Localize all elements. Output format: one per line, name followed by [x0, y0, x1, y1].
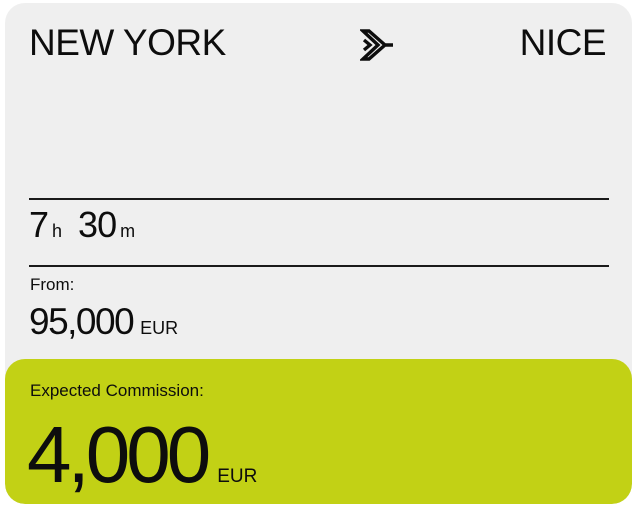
price: 95,000 EUR	[29, 301, 178, 343]
divider-middle	[29, 265, 609, 267]
commission-label: Expected Commission:	[30, 381, 204, 400]
divider-top	[29, 198, 609, 200]
commission-value: 4,000	[27, 410, 211, 499]
flight-card[interactable]: NEW YORK NICE 7 h 30 m From: 95,000 EUR …	[5, 3, 632, 504]
duration-hours: 7	[29, 204, 49, 245]
flight-duration: 7 h 30 m	[29, 205, 135, 247]
origin-city: NEW YORK	[29, 22, 226, 63]
price-label: From:	[30, 275, 75, 294]
duration-minutes-unit: m	[120, 221, 136, 241]
duration-minutes: 30	[78, 204, 117, 245]
commission-panel: Expected Commission: 4,000 EUR	[5, 359, 632, 504]
price-currency: EUR	[140, 318, 179, 338]
commission-currency: EUR	[217, 466, 258, 487]
commission-amount: 4,000 EUR	[27, 411, 257, 499]
route-header: NEW YORK NICE	[29, 22, 607, 67]
price-value: 95,000	[29, 301, 135, 342]
destination-city: NICE	[519, 22, 607, 63]
duration-hours-unit: h	[52, 221, 63, 241]
airplane-icon	[358, 28, 396, 62]
